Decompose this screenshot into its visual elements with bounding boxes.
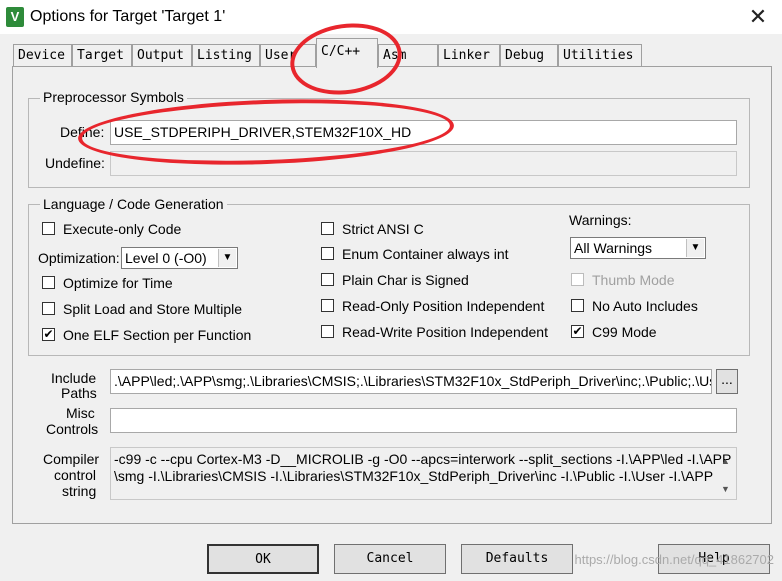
ok-button[interactable]: OK: [207, 544, 319, 574]
include-paths-input[interactable]: .\APP\led;.\APP\smg;.\Libraries\CMSIS;.\…: [110, 369, 712, 394]
rw-pi-checkbox[interactable]: [321, 325, 334, 338]
tab-target[interactable]: Target: [72, 44, 132, 66]
plain-char-label: Plain Char is Signed: [342, 272, 469, 288]
tab-device[interactable]: Device: [13, 44, 72, 66]
tab-debug[interactable]: Debug: [500, 44, 558, 66]
undefine-label: Undefine:: [45, 155, 105, 171]
one-elf-checkbox[interactable]: ✔: [42, 328, 55, 341]
checkmark-icon: ✔: [572, 324, 583, 338]
strict-ansi-label: Strict ANSI C: [342, 221, 424, 237]
compiler-string-label-line1: Compiler: [43, 451, 100, 467]
rw-pi-label: Read-Write Position Independent: [342, 324, 548, 340]
chevron-down-icon: ▼: [218, 249, 236, 267]
preprocessor-group-label: Preprocessor Symbols: [40, 89, 187, 105]
compiler-string-line1: -c99 -c --cpu Cortex-M3 -D__MICROLIB -g …: [114, 451, 732, 467]
ro-pi-checkbox[interactable]: [321, 299, 334, 312]
strict-ansi-checkbox[interactable]: [321, 222, 334, 235]
chevron-down-icon: ▼: [686, 239, 704, 257]
scroll-down-icon[interactable]: ▼: [721, 484, 730, 494]
plain-char-checkbox[interactable]: [321, 273, 334, 286]
warnings-label: Warnings:: [569, 212, 632, 228]
define-input[interactable]: USE_STDPERIPH_DRIVER,STEM32F10X_HD: [110, 120, 737, 145]
misc-controls-label-line2: Controls: [46, 421, 99, 437]
tab-output[interactable]: Output: [132, 44, 192, 66]
include-paths-label-line1: Include: [51, 370, 97, 386]
checkmark-icon: ✔: [43, 327, 54, 341]
no-auto-includes-checkbox[interactable]: [571, 299, 584, 312]
execute-only-checkbox[interactable]: [42, 222, 55, 235]
optimization-value: Level 0 (-O0): [125, 250, 207, 266]
split-load-checkbox[interactable]: [42, 302, 55, 315]
optimize-time-checkbox[interactable]: [42, 276, 55, 289]
misc-controls-input[interactable]: [110, 408, 737, 433]
tab-c-cpp[interactable]: C/C++: [316, 38, 378, 68]
optimize-time-label: Optimize for Time: [63, 275, 173, 291]
tab-asm[interactable]: Asm: [378, 44, 438, 66]
thumb-mode-checkbox[interactable]: [571, 273, 584, 286]
include-paths-browse-button[interactable]: ...: [716, 369, 738, 394]
app-icon: V: [6, 7, 24, 27]
execute-only-label: Execute-only Code: [63, 221, 182, 237]
ro-pi-label: Read-Only Position Independent: [342, 298, 545, 314]
window-title: Options for Target 'Target 1': [30, 8, 226, 25]
tab-listing[interactable]: Listing: [192, 44, 260, 66]
one-elf-label: One ELF Section per Function: [63, 327, 252, 343]
thumb-mode-label: Thumb Mode: [592, 272, 675, 288]
warnings-select[interactable]: All Warnings ▼: [570, 237, 706, 259]
optimization-select[interactable]: Level 0 (-O0) ▼: [121, 247, 238, 269]
c99-mode-checkbox[interactable]: ✔: [571, 325, 584, 338]
no-auto-includes-label: No Auto Includes: [592, 298, 698, 314]
warnings-value: All Warnings: [574, 240, 653, 256]
compiler-string-line2: \smg -I.\Libraries\CMSIS -I.\Libraries\S…: [114, 468, 714, 484]
cancel-button[interactable]: Cancel: [334, 544, 446, 574]
include-paths-label-line2: Paths: [61, 385, 97, 401]
undefine-input[interactable]: [110, 151, 737, 176]
tab-linker[interactable]: Linker: [438, 44, 500, 66]
compiler-string-label-line3: string: [62, 483, 97, 499]
define-label: Define:: [60, 124, 105, 140]
scroll-up-icon[interactable]: ▲: [721, 456, 730, 466]
c99-mode-label: C99 Mode: [592, 324, 657, 340]
split-load-label: Split Load and Store Multiple: [63, 301, 242, 317]
enum-int-checkbox[interactable]: [321, 247, 334, 260]
compiler-string-textarea[interactable]: -c99 -c --cpu Cortex-M3 -D__MICROLIB -g …: [110, 447, 737, 500]
misc-controls-label-line1: Misc: [66, 405, 95, 421]
compiler-string-label-line2: control: [54, 467, 97, 483]
defaults-button[interactable]: Defaults: [461, 544, 573, 574]
enum-int-label: Enum Container always int: [342, 246, 509, 262]
tab-utilities[interactable]: Utilities: [558, 44, 642, 66]
tab-user[interactable]: User: [260, 44, 316, 66]
optimization-label: Optimization:: [38, 250, 120, 266]
watermark: https://blog.csdn.net/qq_41862702: [574, 552, 775, 567]
language-group-label: Language / Code Generation: [40, 196, 227, 212]
close-button[interactable]: ✕: [742, 2, 774, 32]
